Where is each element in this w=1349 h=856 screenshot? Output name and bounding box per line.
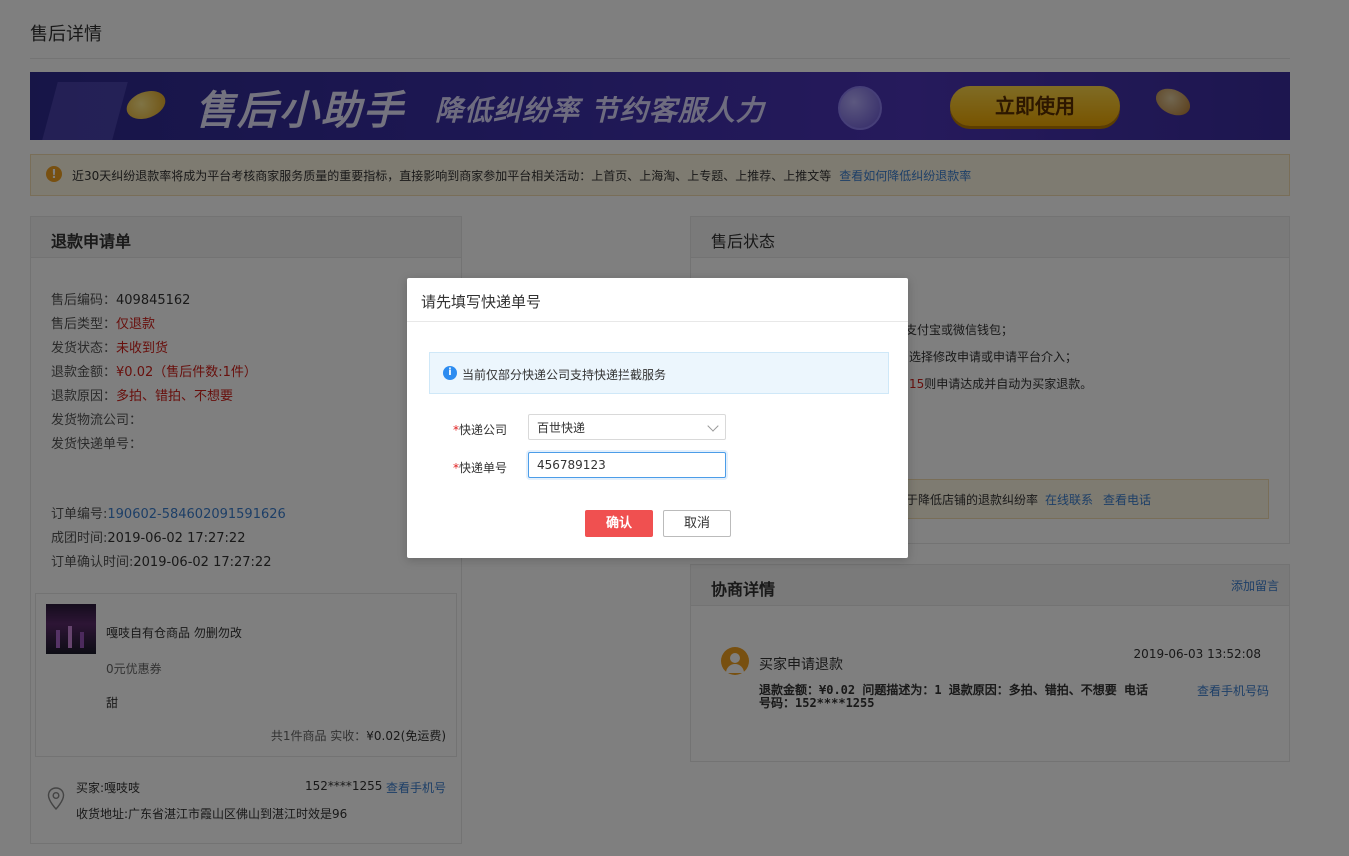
info-text: 当前仅部分快递公司支持快递拦截服务 <box>462 368 667 382</box>
label-text: 快递公司 <box>458 423 507 437</box>
tracking-number-input[interactable] <box>528 452 726 478</box>
info-icon: i <box>443 366 457 380</box>
confirm-button[interactable]: 确认 <box>585 510 653 537</box>
tracking-number-label: *快递单号 <box>427 459 507 476</box>
cancel-button[interactable]: 取消 <box>663 510 731 537</box>
label-text: 快递单号 <box>458 461 507 475</box>
courier-company-select[interactable]: 百世快递 <box>528 414 726 440</box>
courier-company-label: *快递公司 <box>427 421 507 438</box>
tracking-number-dialog: 请先填写快递单号 i 当前仅部分快递公司支持快递拦截服务 *快递公司 百世快递 … <box>407 278 908 558</box>
dialog-title: 请先填写快递单号 <box>421 293 542 311</box>
chevron-down-icon <box>707 420 719 432</box>
info-alert: i 当前仅部分快递公司支持快递拦截服务 <box>429 352 889 394</box>
dialog-divider <box>407 321 908 322</box>
select-value: 百世快递 <box>537 421 586 435</box>
